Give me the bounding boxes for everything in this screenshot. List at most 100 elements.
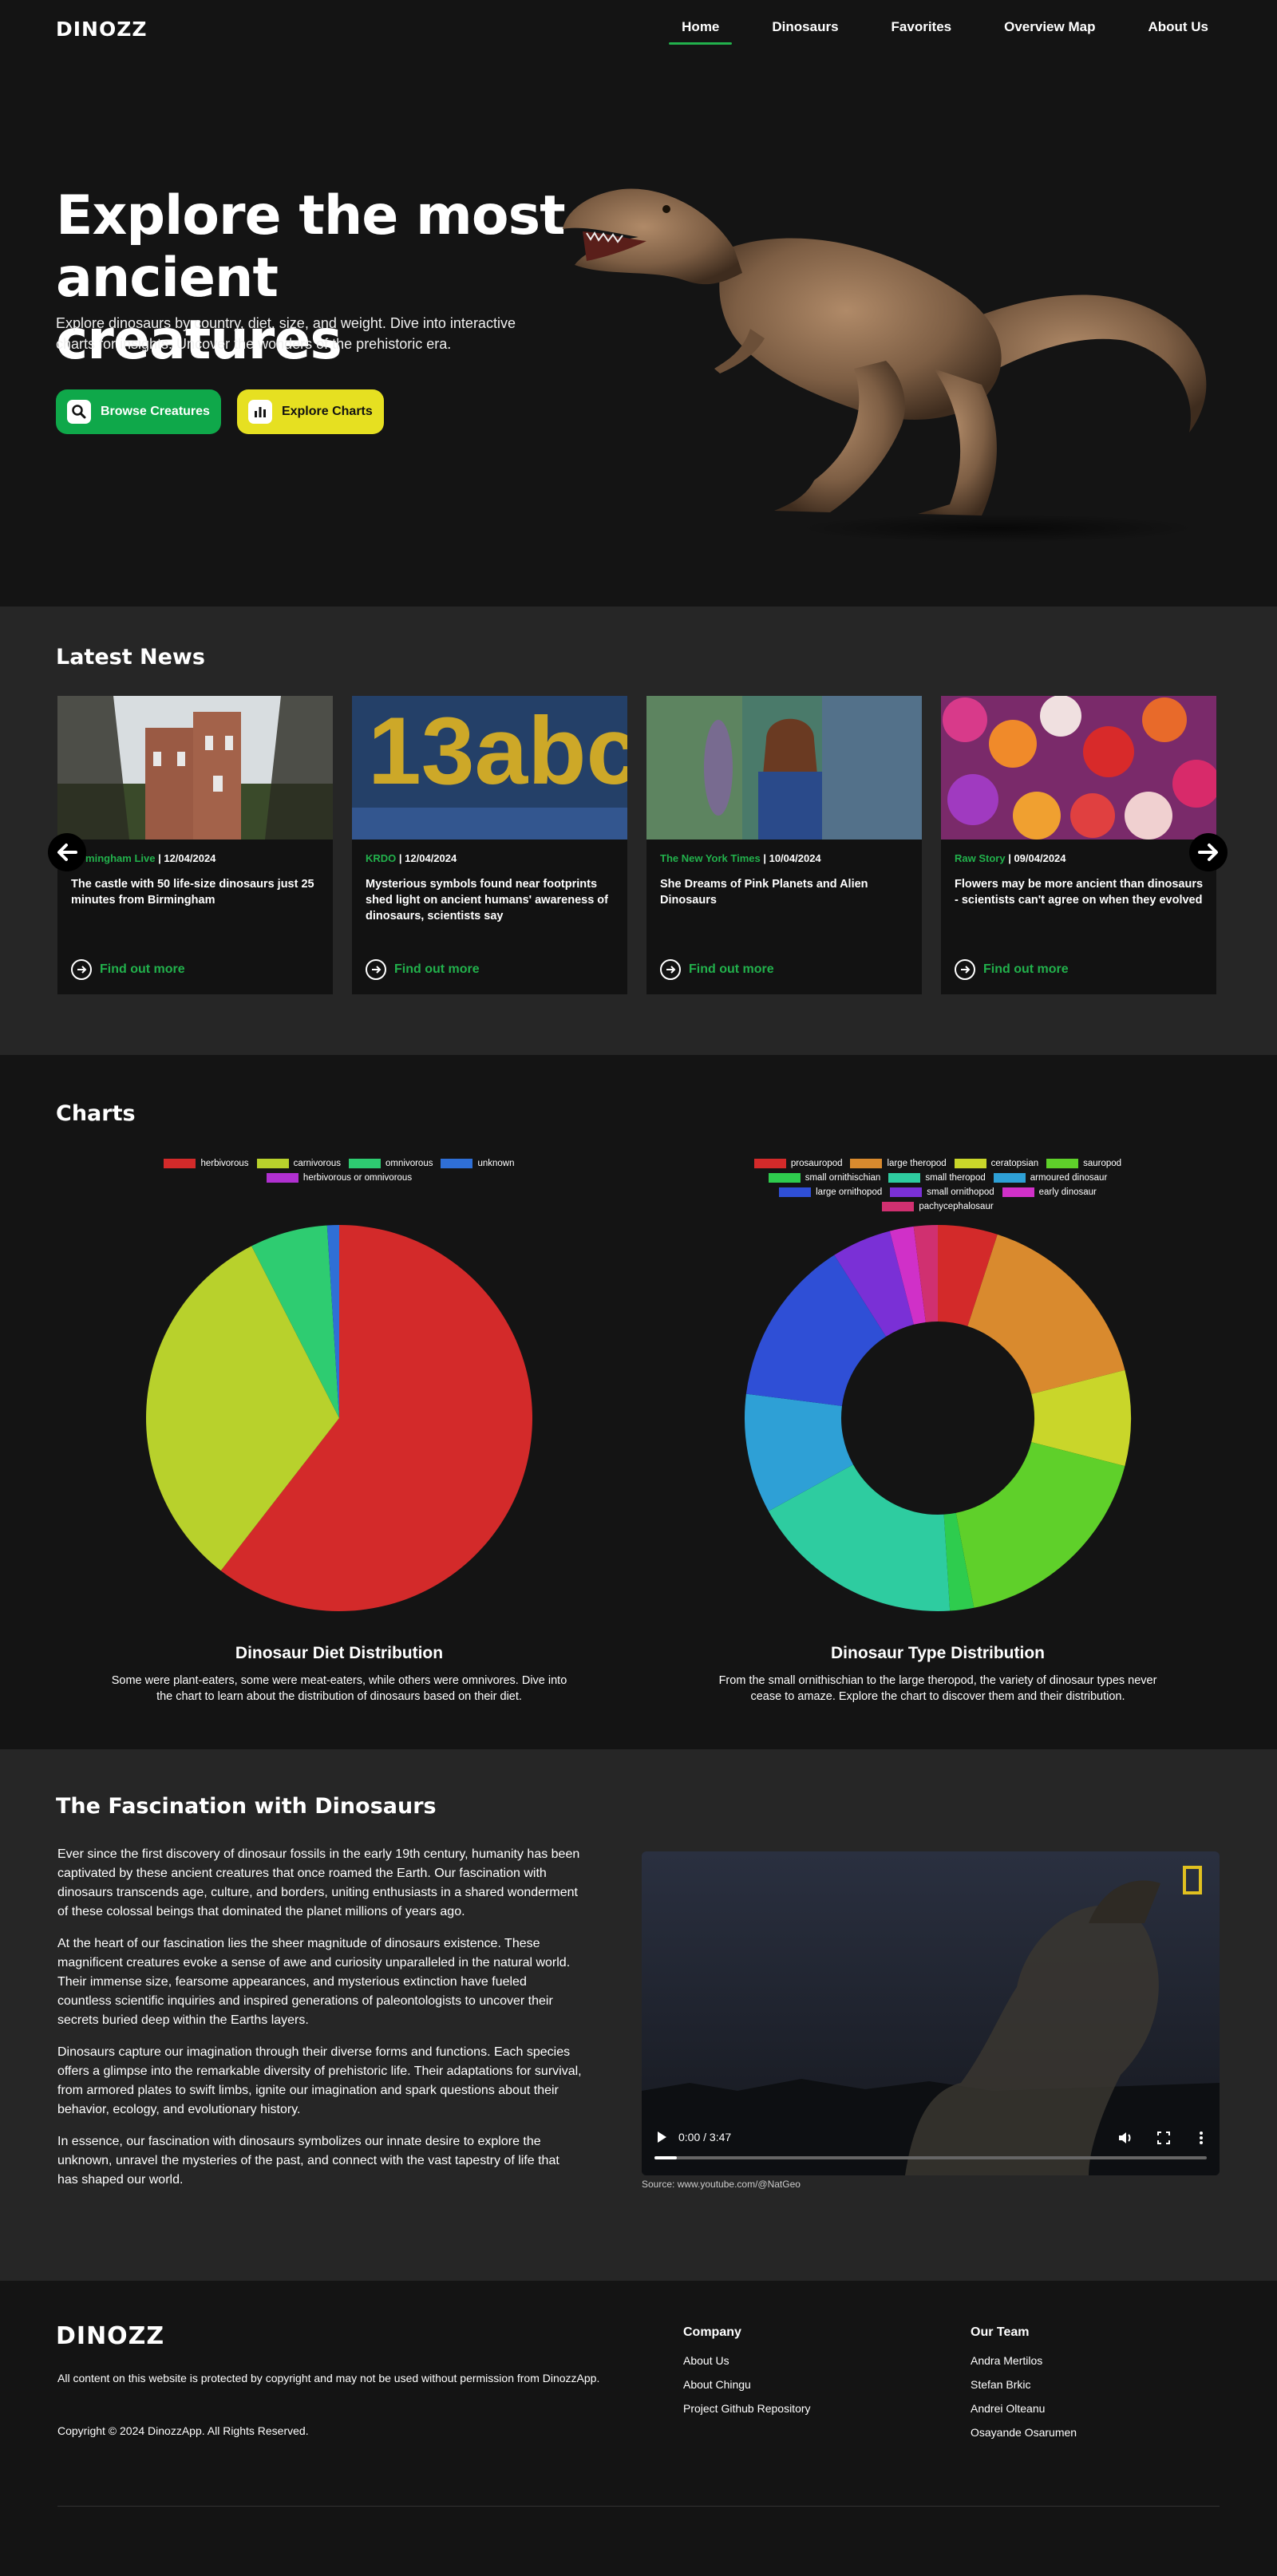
footer-logo[interactable]: DINOZZ	[56, 2322, 164, 2350]
legend-swatch	[441, 1159, 473, 1168]
news-date: 09/04/2024	[1014, 852, 1066, 864]
legend-item[interactable]: carnivorous	[256, 1159, 342, 1168]
nav-home[interactable]: Home	[669, 19, 733, 45]
footer-team-title: Our Team	[971, 2325, 1030, 2339]
news-image-flowers	[941, 696, 1216, 840]
news-card[interactable]: 13abc KRDO KRDO | 12/04/2024 Mysterious …	[352, 696, 627, 994]
news-headline: Flowers may be more ancient than dinosau…	[955, 878, 1204, 907]
find-out-more-link[interactable]: Find out more	[71, 959, 185, 980]
legend-swatch	[882, 1202, 915, 1211]
search-icon	[67, 400, 91, 424]
type-chart-legend: prosauropod large theropod ceratopsian saur…	[734, 1159, 1141, 1211]
news-card[interactable]: The New York Times | 10/04/2024 She Drea…	[646, 696, 922, 994]
footer-team-column: Our Team Andra Mertilos Stefan Brkic And…	[971, 2325, 1077, 2450]
fullscreen-icon[interactable]	[1157, 2132, 1170, 2144]
bar-chart-icon	[247, 400, 272, 424]
news-date: 12/04/2024	[164, 852, 216, 864]
news-card[interactable]: Birmingham Live | 12/04/2024 The castle …	[57, 696, 333, 994]
carousel-prev-button[interactable]	[48, 833, 86, 871]
type-chart-title: Dinosaur Type Distribution	[831, 1644, 1045, 1662]
nav-favorites[interactable]: Favorites	[892, 19, 952, 41]
nav-links: Home Dinosaurs Favorites Overview Map Ab…	[669, 19, 1208, 45]
legend-item[interactable]: large ornithopod	[779, 1187, 882, 1197]
news-title: Latest News	[56, 645, 205, 670]
legend-item[interactable]: ceratopsian	[954, 1159, 1039, 1168]
find-out-more-link[interactable]: Find out more	[366, 959, 480, 980]
chart-slice-large-theropod[interactable]	[967, 1234, 1125, 1394]
diet-chart-title: Dinosaur Diet Distribution	[235, 1644, 444, 1662]
news-carousel: Birmingham Live | 12/04/2024 The castle …	[57, 696, 1216, 994]
legend-item[interactable]: prosauropod	[753, 1159, 842, 1168]
legend-item[interactable]: early dinosaur	[1002, 1187, 1097, 1197]
footer-link-about-chingu[interactable]: About Chingu	[683, 2378, 811, 2391]
footer-link-github[interactable]: Project Github Repository	[683, 2402, 811, 2415]
legend-swatch	[349, 1159, 382, 1168]
team-member[interactable]: Osayande Osarumen	[971, 2426, 1077, 2439]
top-nav: DINOZZ Home Dinosaurs Favorites Overview…	[0, 0, 1277, 57]
footer-copyright-notice: All content on this website is protected…	[57, 2372, 600, 2384]
legend-swatch	[256, 1159, 289, 1168]
legend-swatch	[954, 1159, 986, 1168]
legend-swatch	[779, 1187, 812, 1197]
type-doughnut-chart[interactable]	[742, 1223, 1133, 1614]
video-player[interactable]: 0:00 / 3:47	[642, 1851, 1220, 2175]
video-progress-bar[interactable]	[654, 2156, 1207, 2159]
legend-item[interactable]: sauropod	[1046, 1159, 1121, 1168]
nav-about-us[interactable]: About Us	[1148, 19, 1208, 41]
footer-link-about-us[interactable]: About Us	[683, 2354, 811, 2367]
logo[interactable]: DINOZZ	[56, 18, 147, 41]
legend-swatch	[164, 1159, 196, 1168]
news-date: 12/04/2024	[405, 852, 457, 864]
team-member[interactable]: Andrei Olteanu	[971, 2402, 1077, 2415]
legend-label: carnivorous	[293, 1159, 342, 1168]
legend-item[interactable]: small theropod	[888, 1173, 986, 1183]
footer-company-column: Company About Us About Chingu Project Gi…	[683, 2325, 811, 2426]
arrow-right-circle-icon	[71, 959, 92, 980]
news-source[interactable]: KRDO	[366, 852, 396, 864]
paragraph: In essence, our fascination with dinosau…	[57, 2135, 559, 2187]
diet-chart-legend: herbivorous carnivorous omnivorous unknown h…	[152, 1159, 527, 1183]
carousel-next-button[interactable]	[1189, 833, 1228, 871]
find-out-more-link[interactable]: Find out more	[955, 959, 1069, 980]
news-image-castle	[57, 696, 333, 840]
news-headline: She Dreams of Pink Planets and Alien Din…	[660, 878, 868, 907]
legend-label: herbivorous or omnivorous	[302, 1173, 413, 1183]
legend-item[interactable]: unknown	[441, 1159, 515, 1168]
chart-slice-sauropod[interactable]	[955, 1442, 1125, 1608]
explore-charts-button[interactable]: Explore Charts	[236, 389, 384, 434]
legend-item[interactable]: omnivorous	[349, 1159, 433, 1168]
type-chart-description: From the small ornithischian to the larg…	[718, 1674, 1157, 1703]
news-source[interactable]: The New York Times	[660, 852, 761, 864]
news-source[interactable]: Raw Story	[955, 852, 1006, 864]
nav-overview-map[interactable]: Overview Map	[1004, 19, 1095, 41]
legend-label: large ornithopod	[816, 1187, 883, 1197]
team-member[interactable]: Andra Mertilos	[971, 2354, 1077, 2367]
legend-label: ceratopsian	[990, 1159, 1039, 1168]
volume-icon[interactable]	[1117, 2131, 1133, 2145]
hero-subtitle: Explore dinosaurs by country, diet, size…	[56, 315, 516, 352]
nav-dinosaurs[interactable]: Dinosaurs	[772, 19, 838, 41]
legend-item[interactable]: armoured dinosaur	[993, 1173, 1107, 1183]
browse-creatures-button[interactable]: Browse Creatures	[56, 389, 221, 434]
news-card[interactable]: Raw Story | 09/04/2024 Flowers may be mo…	[941, 696, 1216, 994]
legend-swatch	[890, 1187, 923, 1197]
legend-item[interactable]: small ornithischian	[768, 1173, 880, 1183]
footer-divider	[57, 2506, 1220, 2507]
legend-item[interactable]: large theropod	[850, 1159, 947, 1168]
arrow-right-circle-icon	[955, 959, 975, 980]
legend-item[interactable]: herbivorous or omnivorous	[266, 1173, 413, 1183]
legend-label: small ornithopod	[927, 1187, 994, 1197]
legend-item[interactable]: herbivorous	[164, 1159, 249, 1168]
diet-pie-chart[interactable]	[144, 1223, 535, 1614]
play-icon[interactable]	[656, 2131, 667, 2143]
find-out-more-label: Find out more	[394, 962, 480, 976]
more-options-icon[interactable]	[1199, 2132, 1204, 2144]
legend-item[interactable]: pachycephalosaur	[882, 1202, 994, 1211]
legend-label: unknown	[477, 1159, 515, 1168]
legend-item[interactable]: small ornithopod	[890, 1187, 994, 1197]
find-out-more-link[interactable]: Find out more	[660, 959, 774, 980]
video-controls: 0:00 / 3:47	[642, 2120, 1220, 2175]
team-member[interactable]: Stefan Brkic	[971, 2378, 1077, 2391]
arrow-right-icon	[1198, 844, 1218, 861]
legend-swatch	[1046, 1159, 1079, 1168]
